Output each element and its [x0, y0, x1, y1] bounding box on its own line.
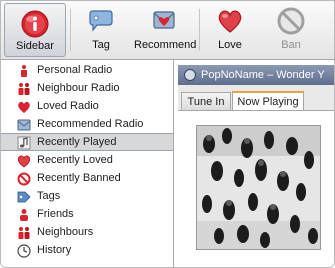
- sidebar-button[interactable]: Sidebar: [4, 3, 66, 57]
- sidebar-item-label: Recently Played: [37, 136, 117, 148]
- tab-label: Now Playing: [237, 96, 299, 108]
- ban-button[interactable]: Ban: [265, 1, 317, 59]
- sidebar-item-recommended-radio[interactable]: Recommended Radio: [1, 116, 173, 134]
- tab-label: Tune In: [187, 96, 225, 108]
- music-note-icon: [17, 136, 31, 150]
- app-window: Sidebar Tag Recommend Love Ban Personal …: [0, 0, 335, 268]
- sidebar-item-recently-played[interactable]: Recently Played: [1, 133, 173, 151]
- love-button-label: Love: [218, 39, 242, 51]
- toolbar: Sidebar Tag Recommend Love Ban: [1, 1, 334, 60]
- sidebar-item-loved-radio[interactable]: Loved Radio: [1, 98, 173, 116]
- personal-radio-icon: [21, 65, 27, 77]
- loved-radio-icon: [18, 101, 30, 113]
- recommend-icon: [153, 11, 175, 29]
- album-art-image: [197, 126, 320, 249]
- sidebar: Personal Radio Neighbour Radio Loved Rad…: [1, 60, 174, 267]
- tab-now-playing[interactable]: Now Playing: [232, 91, 304, 110]
- sidebar-item-label: Friends: [37, 208, 74, 220]
- now-playing-title: PopNoName – Wonder Y: [201, 69, 325, 81]
- friends-icon: [20, 209, 28, 221]
- album-art: [196, 125, 321, 250]
- recommend-button[interactable]: Recommend: [134, 1, 197, 59]
- sidebar-item-recently-loved[interactable]: Recently Loved: [1, 152, 173, 170]
- sidebar-item-label: Recommended Radio: [37, 118, 144, 130]
- ban-button-label: Ban: [281, 39, 301, 51]
- sidebar-item-label: History: [37, 244, 72, 256]
- toolbar-divider: [199, 9, 200, 51]
- sidebar-icon: [21, 10, 49, 38]
- sidebar-item-recently-banned[interactable]: Recently Banned: [1, 170, 173, 188]
- sidebar-item-label: Personal Radio: [37, 64, 113, 76]
- sidebar-item-history[interactable]: History: [1, 242, 173, 260]
- ban-icon: [277, 7, 305, 35]
- sidebar-item-label: Neighbours: [37, 226, 94, 238]
- tag-button-label: Tag: [92, 39, 110, 51]
- tab-tune-in[interactable]: Tune In: [181, 92, 231, 110]
- tag-icon: [89, 10, 113, 32]
- neighbours-icon: [18, 227, 30, 239]
- sidebar-item-label: Neighbour Radio: [37, 82, 120, 94]
- ban-icon: [17, 172, 31, 186]
- sidebar-item-neighbours[interactable]: Neighbours: [1, 224, 173, 242]
- sidebar-item-label: Recently Banned: [37, 172, 121, 184]
- neighbour-radio-icon: [18, 83, 30, 95]
- sidebar-item-personal-radio[interactable]: Personal Radio: [1, 62, 173, 80]
- sidebar-item-tags[interactable]: Tags: [1, 188, 173, 206]
- love-button[interactable]: Love: [206, 1, 254, 59]
- sidebar-button-label: Sidebar: [16, 40, 54, 52]
- sidebar-item-label: Loved Radio: [37, 100, 99, 112]
- heart-icon: [218, 10, 242, 33]
- recommended-radio-icon: [17, 119, 31, 131]
- heart-icon: [17, 155, 31, 168]
- sidebar-item-label: Tags: [37, 190, 61, 202]
- now-playing-panel: [178, 111, 334, 267]
- sidebar-item-neighbour-radio[interactable]: Neighbour Radio: [1, 80, 173, 98]
- tag-icon: [17, 191, 31, 203]
- disc-icon: [184, 69, 196, 81]
- tab-strip: Tune In Now Playing: [178, 85, 334, 111]
- clock-icon: [17, 244, 31, 258]
- tag-button[interactable]: Tag: [75, 1, 127, 59]
- sidebar-item-label: Recently Loved: [37, 154, 113, 166]
- toolbar-divider: [70, 9, 71, 51]
- now-playing-header: PopNoName – Wonder Y: [178, 65, 334, 85]
- sidebar-item-friends[interactable]: Friends: [1, 206, 173, 224]
- recommend-button-label: Recommend: [134, 39, 197, 51]
